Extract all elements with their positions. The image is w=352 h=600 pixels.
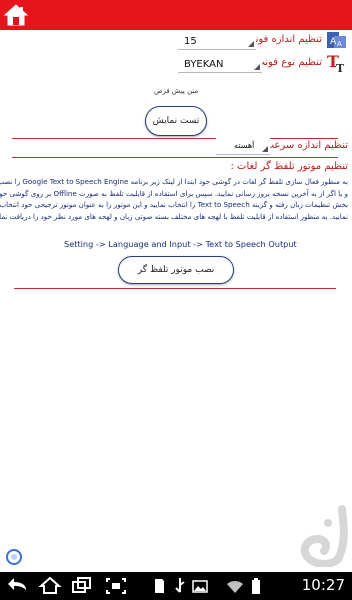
home-icon[interactable] [3, 3, 29, 27]
divider [12, 157, 338, 158]
speech-rate-value: آهسته [234, 141, 255, 150]
font-type-value: BYEKAN [184, 59, 224, 70]
screenshot-icon[interactable] [104, 576, 128, 596]
settings-path-text: Setting -> Language and Input -> Text to… [64, 239, 297, 249]
svg-text:A: A [330, 37, 337, 47]
system-navigation-bar: 10:27 [0, 572, 352, 600]
wifi-icon [226, 576, 244, 596]
font-type-spinner[interactable]: BYEKAN [178, 55, 262, 73]
test-display-button[interactable]: تست نمایش [145, 106, 207, 136]
font-size-icon: A A [326, 30, 348, 50]
sample-text: متن پیش فرض [154, 87, 199, 95]
divider [14, 288, 336, 289]
install-tts-button[interactable]: نصب موتور تلفظ گر [118, 256, 234, 284]
usb-icon [172, 576, 188, 596]
font-size-value: 15 [184, 36, 197, 47]
status-clock: 10:27 [301, 576, 345, 594]
tts-description-line: به منظور فعال سازی تلفظ گر لغات در گوشی … [0, 177, 348, 186]
battery-icon [250, 576, 262, 596]
sd-card-icon [152, 576, 166, 596]
tts-description: به منظور فعال سازی تلفظ گر لغات در گوشی … [0, 176, 348, 222]
image-icon [192, 576, 208, 596]
speech-rate-spinner[interactable]: آهسته [216, 137, 270, 155]
svg-text:T: T [336, 62, 345, 74]
back-icon[interactable] [6, 576, 30, 596]
font-size-spinner[interactable]: 15 [178, 32, 256, 50]
spinner-arrow-icon [254, 64, 260, 70]
divider [12, 138, 338, 139]
spinner-arrow-icon [248, 41, 254, 47]
svg-text:A: A [337, 40, 342, 48]
app-header [0, 0, 352, 30]
tts-description-line: و یا اگر از به آخرین نسخه بروز رسانی نما… [0, 188, 348, 198]
tts-description-line: بخش تنظیمات زبان رفته و گزینه Text to Sp… [0, 200, 348, 210]
spinner-arrow-icon [262, 146, 268, 152]
tts-description-line: نمایید. به منظور استفاده از قابلیت تلفظ … [0, 211, 348, 221]
app-watermark-icon [298, 505, 350, 568]
floating-bubble-icon[interactable] [6, 549, 22, 565]
tts-engine-label: تنظیم موتور تلفظ گر لغات : [230, 161, 349, 172]
font-type-icon: T T [326, 52, 348, 75]
home-nav-icon[interactable] [38, 576, 62, 596]
recent-apps-icon[interactable] [70, 576, 94, 596]
